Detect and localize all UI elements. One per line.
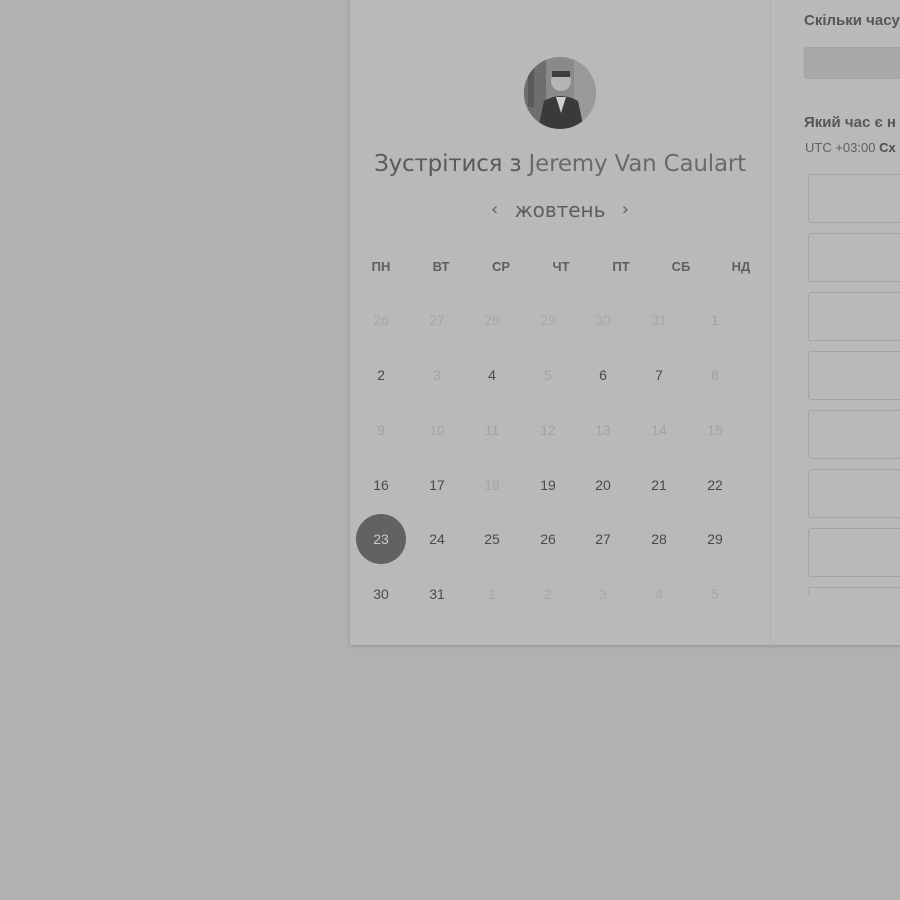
month-label: жовтень — [514, 198, 606, 222]
calendar-day: 14 — [651, 422, 667, 438]
weekday-label: СБ — [671, 259, 691, 274]
time-slot[interactable] — [808, 528, 900, 577]
timezone-name: Сх — [879, 140, 896, 155]
calendar-day[interactable]: 22 — [690, 460, 740, 510]
weekday-header: ПН ВТ СР ЧТ ПТ СБ НД — [350, 259, 770, 279]
calendar-day[interactable]: 27 — [578, 514, 628, 564]
weekday-label: ВТ — [432, 259, 450, 274]
calendar-day: 18 — [484, 477, 500, 493]
time-slot[interactable] — [808, 587, 900, 595]
calendar-day: 15 — [707, 422, 723, 438]
calendar-day: 29 — [540, 312, 556, 328]
time-panel: Скільки часу Який час є н UTC +03:00 Сх — [771, 0, 900, 645]
calendar-day: 1 — [711, 312, 719, 328]
time-label: Який час є н — [804, 114, 896, 131]
calendar-day[interactable]: 21 — [634, 460, 684, 510]
weekday-label: СР — [491, 259, 511, 274]
calendar-day-selected[interactable]: 23 — [356, 514, 406, 564]
weekday-label: ПТ — [612, 259, 630, 274]
calendar-day[interactable]: 16 — [356, 460, 406, 510]
timezone-selector[interactable]: UTC +03:00 Сх — [805, 140, 896, 155]
duration-label: Скільки часу — [804, 12, 900, 29]
calendar-day: 5 — [544, 367, 552, 383]
calendar-day[interactable]: 19 — [523, 460, 573, 510]
calendar-day: 28 — [484, 312, 500, 328]
prev-month-icon[interactable]: ‹ — [481, 199, 508, 220]
calendar-day: 12 — [540, 422, 556, 438]
time-slot[interactable] — [808, 292, 900, 341]
host-avatar — [524, 57, 596, 129]
time-slot[interactable] — [808, 174, 900, 223]
calendar-day: 5 — [711, 586, 719, 602]
calendar-day[interactable]: 17 — [412, 460, 462, 510]
calendar-day[interactable]: 7 — [634, 350, 684, 400]
calendar-day: 4 — [655, 586, 663, 602]
calendar-day: 9 — [377, 422, 385, 438]
calendar-day: 11 — [484, 422, 500, 438]
time-slot[interactable] — [808, 351, 900, 400]
calendar-day[interactable]: 31 — [412, 569, 462, 619]
calendar-day[interactable]: 26 — [523, 514, 573, 564]
host-name: Jeremy Van Caulart — [528, 151, 747, 177]
meeting-title-prefix: Зустрітися з — [374, 151, 522, 177]
calendar-day: 30 — [595, 312, 611, 328]
calendar-day[interactable]: 20 — [578, 460, 628, 510]
calendar-day[interactable]: 4 — [467, 350, 517, 400]
weekday-label: ЧТ — [552, 259, 570, 274]
calendar-day: 3 — [599, 586, 607, 602]
next-month-icon[interactable]: › — [612, 199, 639, 220]
calendar-day[interactable]: 28 — [634, 514, 684, 564]
calendar-day: 26 — [373, 312, 389, 328]
calendar-day: 13 — [595, 422, 611, 438]
calendar-day: 1 — [488, 586, 496, 602]
weekday-label: ПН — [371, 259, 391, 274]
timezone-offset: UTC +03:00 — [805, 140, 876, 155]
calendar-day: 2 — [544, 586, 552, 602]
calendar-day[interactable]: 25 — [467, 514, 517, 564]
booking-card: Зустрітися з Jeremy Van Caulart ‹ жовтен… — [350, 0, 900, 645]
time-slot[interactable] — [808, 469, 900, 518]
calendar-day: 27 — [429, 312, 445, 328]
calendar-day[interactable]: 30 — [356, 569, 406, 619]
calendar-day[interactable]: 6 — [578, 350, 628, 400]
calendar-day: 8 — [711, 367, 719, 383]
calendar-day: 3 — [433, 367, 441, 383]
duration-select[interactable] — [804, 47, 900, 79]
calendar-day: 31 — [651, 312, 667, 328]
calendar-day[interactable]: 24 — [412, 514, 462, 564]
calendar-day[interactable]: 29 — [690, 514, 740, 564]
time-slot[interactable] — [808, 233, 900, 282]
meeting-title: Зустрітися з Jeremy Van Caulart — [350, 151, 770, 177]
calendar-day[interactable]: 2 — [356, 350, 406, 400]
calendar-day: 10 — [429, 422, 445, 438]
time-slot[interactable] — [808, 410, 900, 459]
calendar-panel: Зустрітися з Jeremy Van Caulart ‹ жовтен… — [350, 0, 771, 645]
month-navigation: ‹ жовтень › — [350, 198, 770, 222]
weekday-label: НД — [731, 259, 751, 274]
